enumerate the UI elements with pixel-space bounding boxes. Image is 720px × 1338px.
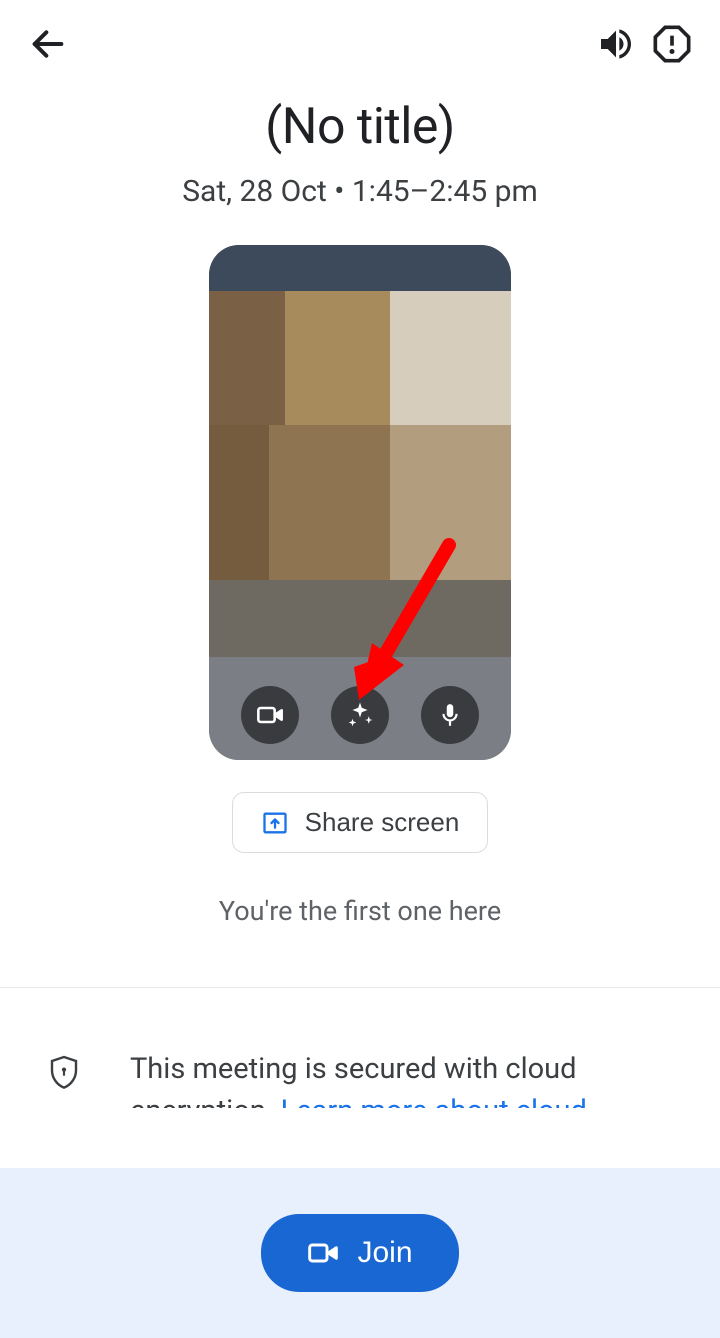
join-label: Join xyxy=(357,1236,412,1270)
camera-feed-blurred xyxy=(209,245,511,760)
report-problem-button[interactable] xyxy=(644,16,700,72)
back-button[interactable] xyxy=(20,16,76,72)
microphone-icon xyxy=(437,702,463,728)
meeting-title: (No title) xyxy=(0,98,720,156)
report-icon xyxy=(652,24,692,64)
video-effects-button[interactable] xyxy=(331,686,389,744)
present-icon xyxy=(261,809,289,837)
audio-output-button[interactable] xyxy=(588,16,644,72)
encryption-notice: This meeting is secured with cloud encry… xyxy=(0,988,720,1108)
toggle-camera-button[interactable] xyxy=(241,686,299,744)
sparkle-icon xyxy=(345,700,375,730)
participants-status: You're the first one here xyxy=(0,895,720,927)
shield-lock-icon xyxy=(48,1054,80,1092)
share-screen-label: Share screen xyxy=(305,807,460,838)
video-join-icon xyxy=(307,1237,339,1269)
join-button[interactable]: Join xyxy=(261,1214,458,1292)
speaker-icon xyxy=(596,24,636,64)
toggle-microphone-button[interactable] xyxy=(421,686,479,744)
self-video-preview xyxy=(209,245,511,760)
share-screen-button[interactable]: Share screen xyxy=(232,792,489,853)
bottom-action-bar: Join xyxy=(0,1168,720,1338)
video-icon xyxy=(256,701,284,729)
arrow-left-icon xyxy=(28,24,68,64)
meeting-datetime: Sat, 28 Oct • 1:45–2:45 pm xyxy=(0,174,720,209)
